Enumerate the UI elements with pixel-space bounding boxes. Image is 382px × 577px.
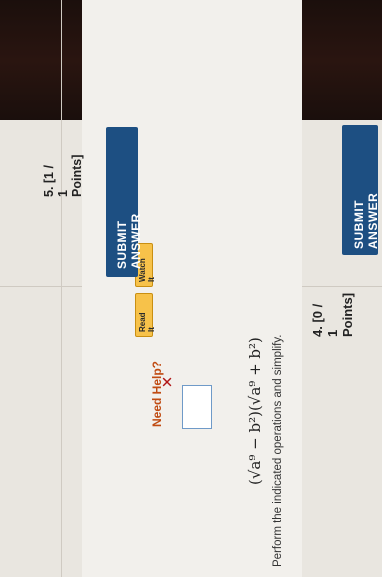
- read-it-button[interactable]: Read It: [135, 293, 156, 337]
- question-4-panel: [82, 0, 302, 577]
- question-4-header: 4. [0 / 1 Points]: [310, 292, 355, 337]
- submit-answer-button-top[interactable]: SUBMIT ANSWER: [342, 125, 380, 255]
- divider: [61, 0, 62, 577]
- assignment-page: SUBMIT ANSWER 4. [0 / 1 Points] Perform …: [0, 0, 382, 577]
- need-help-label: Need Help?: [150, 360, 164, 427]
- question-prompt: Perform the indicated operations and sim…: [272, 334, 284, 567]
- math-expression: (√a⁹ − b²)(√a⁹ + b²): [246, 337, 264, 485]
- submit-answer-button[interactable]: SUBMIT ANSWER: [106, 127, 143, 277]
- submit-answer-label: SUBMIT ANSWER: [352, 192, 380, 249]
- question-5-header: 5. [1 / 1 Points]: [42, 154, 84, 197]
- answer-input[interactable]: [182, 385, 212, 429]
